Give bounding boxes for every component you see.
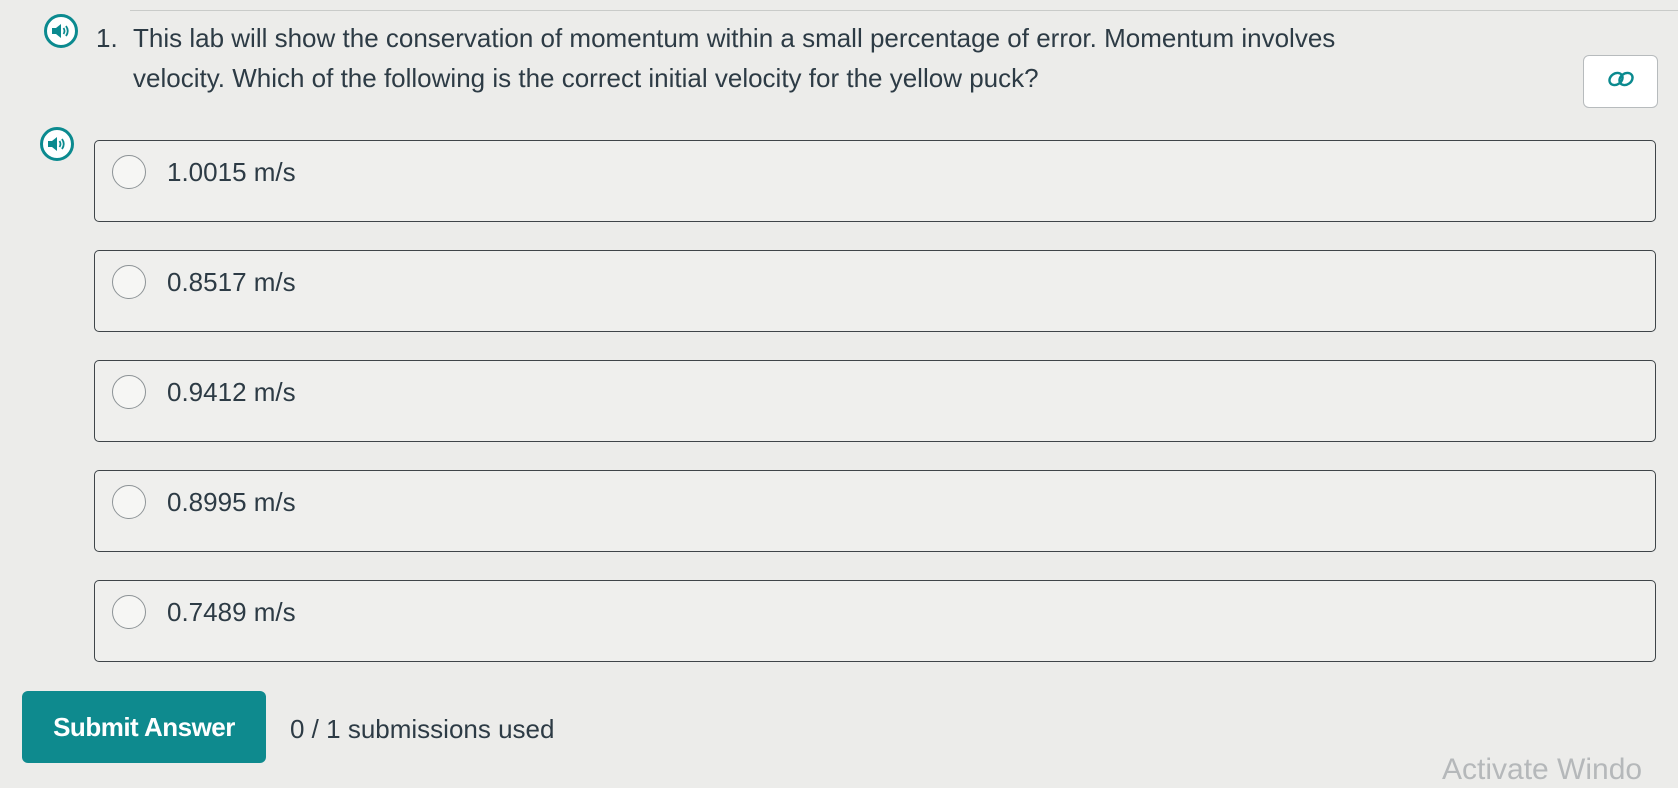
radio-button[interactable] — [112, 155, 146, 189]
question-text: This lab will show the conservation of m… — [133, 23, 1336, 93]
answer-option-label: 0.8995 m/s — [167, 487, 296, 517]
speaker-icon — [51, 23, 71, 39]
answer-option[interactable]: 0.7489 m/s — [94, 580, 1656, 662]
radio-button[interactable] — [112, 265, 146, 299]
answer-option-label: 0.9412 m/s — [167, 377, 296, 407]
answer-option-label: 0.8517 m/s — [167, 267, 296, 297]
top-divider — [130, 10, 1678, 11]
radio-button[interactable] — [112, 375, 146, 409]
activation-watermark: Activate Windo — [1442, 753, 1643, 786]
link-icon — [1606, 68, 1636, 95]
answer-option[interactable]: 1.0015 m/s — [94, 140, 1656, 222]
options-audio-button[interactable] — [40, 127, 74, 161]
submit-answer-button[interactable]: Submit Answer — [22, 691, 266, 763]
answer-option[interactable]: 0.8995 m/s — [94, 470, 1656, 552]
answer-option-label: 0.7489 m/s — [167, 597, 296, 627]
speaker-icon — [47, 136, 67, 152]
answer-option-label: 1.0015 m/s — [167, 157, 296, 187]
question-prompt: 1. This lab will show the conservation o… — [96, 18, 1426, 98]
submissions-counter: 0 / 1 submissions used — [290, 714, 555, 744]
radio-button[interactable] — [112, 485, 146, 519]
permalink-button[interactable] — [1583, 55, 1658, 108]
question-audio-button[interactable] — [44, 14, 78, 48]
answer-option[interactable]: 0.9412 m/s — [94, 360, 1656, 442]
answer-option[interactable]: 0.8517 m/s — [94, 250, 1656, 332]
question-number: 1. — [96, 23, 118, 53]
radio-button[interactable] — [112, 595, 146, 629]
